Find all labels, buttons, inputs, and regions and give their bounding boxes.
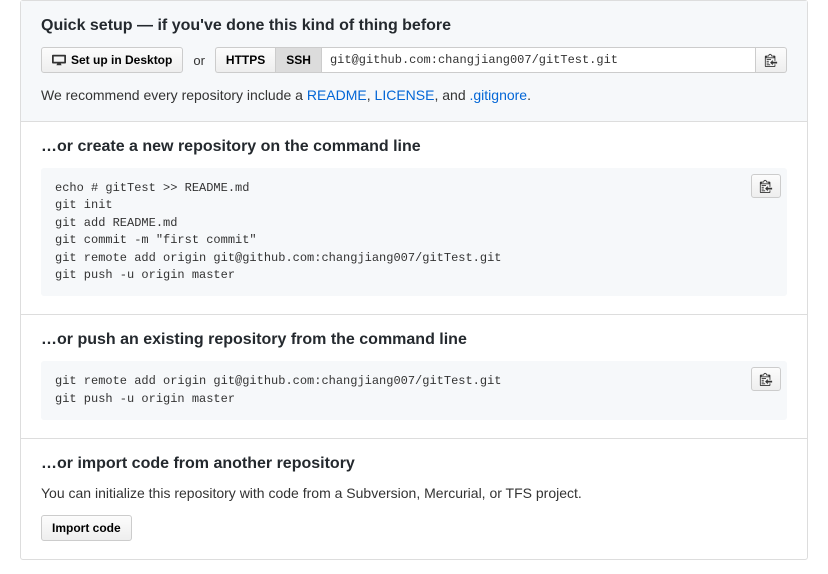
protocol-group: HTTPS SSH [215,47,787,73]
setup-in-desktop-button[interactable]: Set up in Desktop [41,47,183,73]
clipboard-icon [759,179,773,193]
setup-in-desktop-label: Set up in Desktop [71,53,172,67]
recommend-text: We recommend every repository include a … [41,87,787,103]
copy-push-existing-button[interactable] [751,367,781,391]
push-existing-code-block: git remote add origin git@github.com:cha… [41,361,787,420]
copy-url-button[interactable] [756,47,787,73]
import-code-label: Import code [52,521,121,535]
create-new-code-block: echo # gitTest >> README.md git init git… [41,168,787,296]
create-new-code[interactable]: echo # gitTest >> README.md git init git… [55,180,773,284]
clone-url-input[interactable] [321,47,756,73]
import-description: You can initialize this repository with … [41,485,787,501]
repo-setup-panel: Quick setup — if you've done this kind o… [20,0,808,560]
clipboard-icon [764,53,778,67]
https-button[interactable]: HTTPS [215,47,275,73]
push-existing-section: …or push an existing repository from the… [21,315,807,439]
quick-setup-title: Quick setup — if you've done this kind o… [41,17,787,35]
setup-row: Set up in Desktop or HTTPS SSH [41,47,787,73]
clipboard-icon [759,372,773,386]
license-link[interactable]: LICENSE [375,87,435,103]
import-code-button[interactable]: Import code [41,515,132,541]
copy-create-new-button[interactable] [751,174,781,198]
readme-link[interactable]: README [307,87,367,103]
import-title: …or import code from another repository [41,455,787,473]
or-text: or [193,47,205,73]
import-section: …or import code from another repository … [21,439,807,559]
push-existing-code[interactable]: git remote add origin git@github.com:cha… [55,373,773,408]
gitignore-link[interactable]: .gitignore [470,87,528,103]
push-existing-title: …or push an existing repository from the… [41,331,787,349]
desktop-icon [52,53,66,67]
recommend-prefix: We recommend every repository include a [41,87,307,103]
create-new-section: …or create a new repository on the comma… [21,122,807,315]
quick-setup-section: Quick setup — if you've done this kind o… [21,1,807,122]
create-new-title: …or create a new repository on the comma… [41,138,787,156]
ssh-button[interactable]: SSH [275,47,321,73]
